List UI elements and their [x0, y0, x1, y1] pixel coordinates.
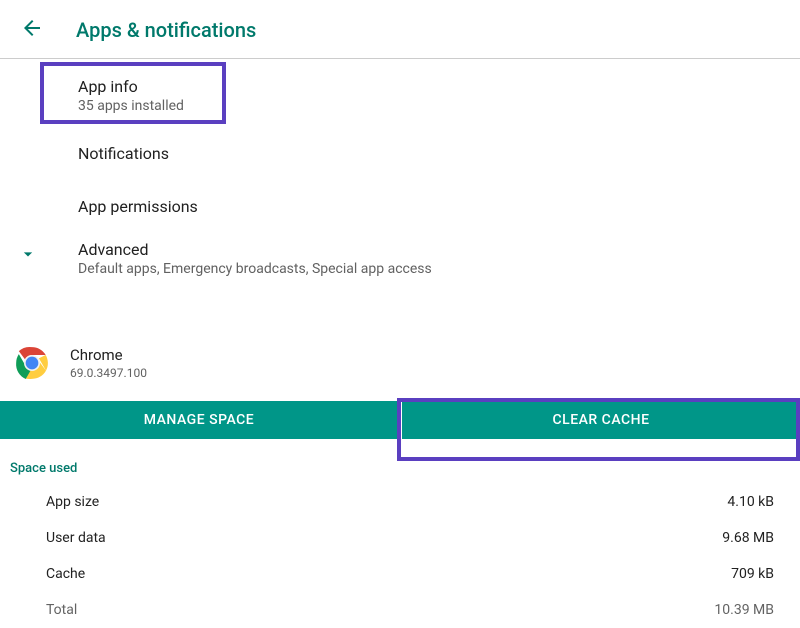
- space-row-app-size: App size 4.10 kB: [0, 484, 800, 520]
- menu-notifications-title: Notifications: [78, 144, 722, 163]
- space-label: Cache: [46, 566, 85, 582]
- back-arrow-icon[interactable]: [20, 16, 44, 44]
- space-row-total: Total 10.39 MB: [0, 592, 800, 628]
- space-row-user-data: User data 9.68 MB: [0, 520, 800, 556]
- space-value: 709 kB: [731, 566, 774, 582]
- menu-app-info[interactable]: App info 35 apps installed: [0, 67, 800, 124]
- space-label: Total: [46, 602, 77, 618]
- menu-app-info-sub: 35 apps installed: [78, 98, 722, 114]
- app-name: Chrome: [70, 346, 147, 364]
- clear-cache-button[interactable]: CLEAR CACHE: [402, 401, 800, 439]
- space-used-header: Space used: [0, 439, 800, 484]
- menu-advanced[interactable]: Advanced Default apps, Emergency broadca…: [0, 230, 800, 287]
- space-value: 4.10 kB: [727, 494, 774, 510]
- menu-permissions[interactable]: App permissions: [0, 183, 800, 230]
- space-row-cache: Cache 709 kB: [0, 556, 800, 592]
- menu-app-info-title: App info: [78, 77, 722, 96]
- space-value: 9.68 MB: [722, 530, 774, 546]
- menu-advanced-sub: Default apps, Emergency broadcasts, Spec…: [78, 261, 432, 277]
- space-label: User data: [46, 530, 106, 546]
- chrome-icon: [12, 343, 52, 383]
- chevron-down-icon: [18, 244, 38, 268]
- app-header: Chrome 69.0.3497.100: [0, 327, 800, 401]
- app-version: 69.0.3497.100: [70, 366, 147, 380]
- menu-advanced-title: Advanced: [78, 240, 432, 259]
- space-label: App size: [46, 494, 99, 510]
- menu-notifications[interactable]: Notifications: [0, 124, 800, 183]
- space-value: 10.39 MB: [714, 602, 774, 618]
- menu-permissions-title: App permissions: [78, 197, 722, 216]
- manage-space-button[interactable]: MANAGE SPACE: [0, 401, 398, 439]
- page-title: Apps & notifications: [76, 18, 256, 42]
